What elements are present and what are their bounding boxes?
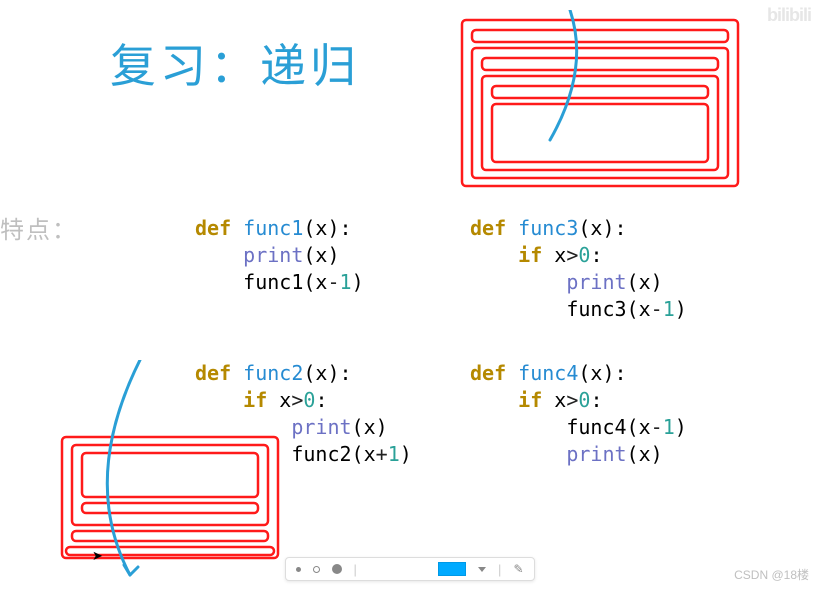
- recursion-diagram-top: [460, 18, 740, 188]
- keyword-def: def: [195, 216, 231, 240]
- keyword-if: if: [518, 388, 542, 412]
- code-func2: def func2(x): if x>0: print(x) func2(x+1…: [195, 360, 412, 468]
- arg-close: ): [675, 415, 687, 439]
- cond-right: 0: [303, 388, 315, 412]
- color-swatch[interactable]: [438, 562, 466, 576]
- annotation-toolbar[interactable]: | | ✎: [285, 557, 535, 581]
- op: +: [376, 442, 388, 466]
- code-func4: def func4(x): if x>0: func4(x-1) print(x…: [470, 360, 687, 468]
- arg: (x): [352, 415, 388, 439]
- call-recur: func4: [566, 415, 626, 439]
- func-name: func2: [243, 361, 303, 385]
- params: (x):: [578, 361, 626, 385]
- arg-open: (x: [627, 297, 651, 321]
- num: 1: [663, 415, 675, 439]
- colon: :: [590, 243, 602, 267]
- keyword-def: def: [470, 361, 506, 385]
- pencil-icon[interactable]: ✎: [513, 562, 523, 576]
- params: (x):: [303, 216, 351, 240]
- dropdown-icon[interactable]: [478, 567, 486, 572]
- cursor-icon: ➤: [92, 548, 103, 564]
- params: (x):: [578, 216, 626, 240]
- arg-close: ): [400, 442, 412, 466]
- curve-annotation-top: [540, 10, 620, 150]
- colon: :: [315, 388, 327, 412]
- pen-size-medium[interactable]: [313, 566, 320, 573]
- call-recur: func2: [291, 442, 351, 466]
- keyword-def: def: [195, 361, 231, 385]
- op: -: [651, 415, 663, 439]
- cond-left: x: [267, 388, 291, 412]
- arg-open: (x: [303, 270, 327, 294]
- arg-open: (x: [352, 442, 376, 466]
- colon: :: [590, 388, 602, 412]
- keyword-def: def: [470, 216, 506, 240]
- separator: |: [354, 562, 357, 577]
- arg-close: ): [352, 270, 364, 294]
- arg: (x): [627, 270, 663, 294]
- call-print: print: [291, 415, 351, 439]
- arg-open: (x: [627, 415, 651, 439]
- func-name: func3: [518, 216, 578, 240]
- watermark-bilibili: bilibili: [767, 5, 811, 26]
- num: 1: [663, 297, 675, 321]
- func-name: func1: [243, 216, 303, 240]
- features-label: 特点：: [0, 210, 78, 245]
- num: 1: [340, 270, 352, 294]
- cond-right: 0: [578, 243, 590, 267]
- params: (x):: [303, 361, 351, 385]
- cond-op: >: [291, 388, 303, 412]
- arg-close: ): [675, 297, 687, 321]
- cond-op: >: [566, 243, 578, 267]
- cond-right: 0: [578, 388, 590, 412]
- arg: (x): [303, 243, 339, 267]
- call-recur: func1: [243, 270, 303, 294]
- watermark-csdn: CSDN @18楼: [734, 566, 809, 583]
- cond-left: x: [542, 388, 566, 412]
- code-func3: def func3(x): if x>0: print(x) func3(x-1…: [470, 215, 687, 323]
- keyword-if: if: [518, 243, 542, 267]
- call-recur: func3: [566, 297, 626, 321]
- pen-size-large[interactable]: [332, 564, 342, 574]
- func-name: func4: [518, 361, 578, 385]
- keyword-if: if: [243, 388, 267, 412]
- arg: (x): [627, 442, 663, 466]
- separator: |: [498, 562, 501, 577]
- slide-title: 复习：递归: [110, 30, 360, 96]
- cond-op: >: [566, 388, 578, 412]
- call-print: print: [566, 442, 626, 466]
- call-print: print: [566, 270, 626, 294]
- call-print: print: [243, 243, 303, 267]
- op: -: [327, 270, 339, 294]
- num: 1: [388, 442, 400, 466]
- pen-size-small[interactable]: [296, 567, 301, 572]
- op: -: [651, 297, 663, 321]
- code-func1: def func1(x): print(x) func1(x-1): [195, 215, 364, 296]
- cond-left: x: [542, 243, 566, 267]
